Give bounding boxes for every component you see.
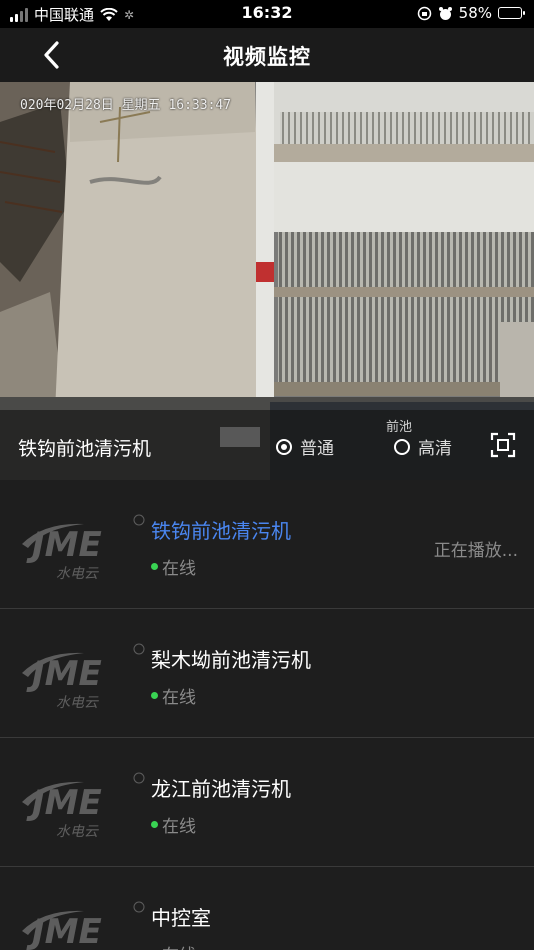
orientation-lock-icon xyxy=(417,6,431,20)
battery-percent: 58% xyxy=(458,4,492,22)
svg-text:JME: JME xyxy=(26,912,102,950)
radio-unselected-icon xyxy=(394,438,410,455)
device-status-label: 在线 xyxy=(162,941,196,950)
online-dot-icon xyxy=(151,821,158,828)
svg-text:JME: JME xyxy=(26,525,102,565)
quality-label: 普通 xyxy=(300,439,334,459)
jme-logo-icon: JME 水电云 xyxy=(22,901,145,950)
status-bar: 中国联通 ✲ 16:32 58% xyxy=(0,0,534,28)
svg-text:水电云: 水电云 xyxy=(56,566,99,582)
device-list: JME 水电云 铁钩前池清污机 在线 正在播放... JME 水电云 梨木坳前池… xyxy=(0,480,534,950)
list-item[interactable]: JME 水电云 龙江前池清污机 在线 xyxy=(0,738,534,867)
fullscreen-icon[interactable] xyxy=(490,432,516,458)
status-bar-right: 58% xyxy=(417,4,525,22)
quality-option-normal[interactable]: 普通 xyxy=(276,434,334,459)
device-status: 在线 xyxy=(151,812,196,837)
device-status-label: 在线 xyxy=(162,817,196,837)
now-playing-label: 正在播放... xyxy=(433,541,518,561)
jme-logo-icon: JME 水电云 xyxy=(22,772,145,840)
page-title: 视频监控 xyxy=(223,45,311,69)
device-name: 铁钩前池清污机 xyxy=(151,519,291,543)
svg-text:水电云: 水电云 xyxy=(56,695,99,711)
list-item[interactable]: JME 水电云 中控室 在线 xyxy=(0,867,534,950)
online-dot-icon xyxy=(151,563,158,570)
jme-logo-icon: JME 水电云 xyxy=(22,514,145,582)
device-name: 龙江前池清污机 xyxy=(151,777,291,801)
radio-selected-icon xyxy=(276,438,292,455)
device-status-label: 在线 xyxy=(162,688,196,708)
video-control-bar: 前池 铁钩前池清污机 普通 高清 xyxy=(0,410,534,480)
battery-icon xyxy=(498,7,525,19)
device-status: 在线 xyxy=(151,554,196,579)
svg-text:JME: JME xyxy=(26,654,102,694)
device-name: 中控室 xyxy=(151,906,211,930)
jme-logo-icon: JME 水电云 xyxy=(22,643,145,711)
video-camera-name: 铁钩前池清污机 xyxy=(18,438,152,460)
device-name: 梨木坳前池清污机 xyxy=(151,648,311,672)
svg-text:水电云: 水电云 xyxy=(56,824,99,840)
video-timestamp: 020年02月28日 星期五 16:33:47 xyxy=(20,98,232,113)
online-dot-icon xyxy=(151,692,158,699)
quality-option-hd[interactable]: 高清 xyxy=(394,434,452,459)
device-status: 在线 xyxy=(151,683,196,708)
svg-text:JME: JME xyxy=(26,783,102,823)
video-player[interactable]: 020年02月28日 星期五 16:33:47 前池 铁钩前池清污机 普通 高清 xyxy=(0,82,534,480)
camera-tag: 前池 xyxy=(386,420,413,435)
device-status: 在线 xyxy=(151,941,196,950)
nav-bar: 视频监控 xyxy=(0,28,534,82)
quality-label: 高清 xyxy=(418,439,452,459)
list-item[interactable]: JME 水电云 梨木坳前池清污机 在线 xyxy=(0,609,534,738)
device-status-label: 在线 xyxy=(162,559,196,579)
list-item[interactable]: JME 水电云 铁钩前池清污机 在线 正在播放... xyxy=(0,480,534,609)
alarm-icon xyxy=(438,6,452,20)
